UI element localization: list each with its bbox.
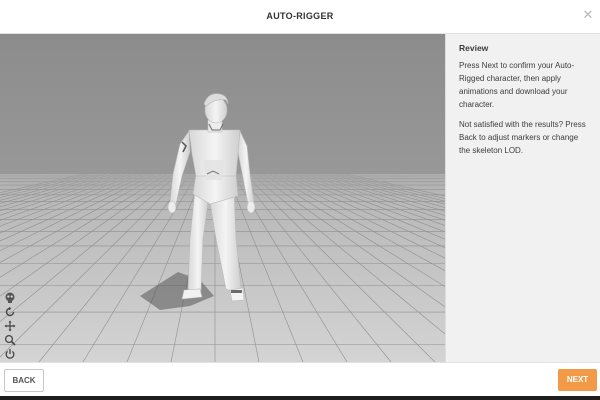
dialog-title: AUTO-RIGGER: [266, 11, 334, 21]
3d-viewport[interactable]: [0, 34, 445, 362]
background-strip: [0, 396, 600, 400]
next-button[interactable]: NEXT: [558, 369, 597, 391]
skeleton-icon[interactable]: [4, 292, 16, 304]
dialog-footer: BACK NEXT: [0, 362, 600, 396]
pan-icon[interactable]: [4, 320, 16, 332]
viewport-toolbar: [4, 292, 18, 362]
close-icon[interactable]: ✕: [582, 8, 594, 21]
rotate-icon[interactable]: [4, 306, 16, 318]
dialog-header: AUTO-RIGGER ✕: [0, 0, 600, 34]
auto-rigger-dialog: AUTO-RIGGER ✕ Review Press Next to confi…: [0, 0, 600, 396]
power-icon[interactable]: [4, 348, 16, 360]
back-button[interactable]: BACK: [4, 369, 44, 392]
review-panel: Review Press Next to confirm your Auto-R…: [445, 34, 600, 362]
zoom-icon[interactable]: [4, 334, 16, 346]
review-help-text: Not satisfied with the results? Press Ba…: [459, 120, 586, 155]
review-instructions: Press Next to confirm your Auto-Rigged c…: [459, 61, 575, 109]
review-heading: Review: [459, 43, 489, 53]
viewport-scene: [0, 34, 445, 362]
